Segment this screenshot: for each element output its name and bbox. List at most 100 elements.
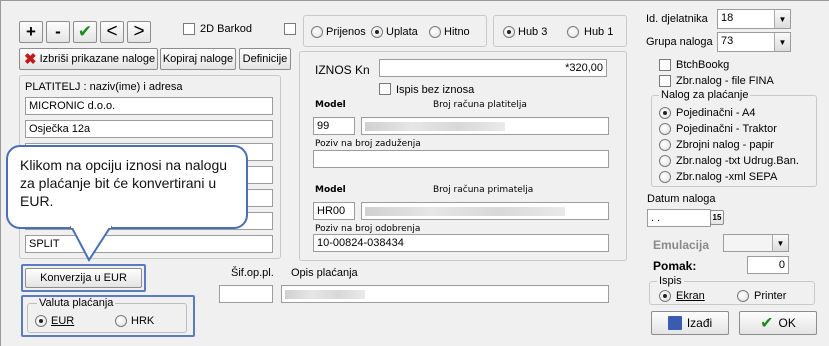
delete-x-icon: ✖ xyxy=(24,51,37,68)
emulation-label: Emulacija xyxy=(653,238,710,252)
activity-id-combo[interactable]: 18 ▼ xyxy=(717,9,791,29)
ok-button[interactable]: ✔ OK xyxy=(739,311,817,335)
fina-label: Zbr.nalog - file FINA xyxy=(676,75,774,87)
payer-title: PLATITELJ : naziv(ime) i adresa xyxy=(25,81,183,93)
purpose-desc-label: Opis plaćanja xyxy=(291,267,358,279)
radio-hub3[interactable] xyxy=(503,26,515,38)
radio-order-tractor[interactable] xyxy=(659,123,671,135)
radio-print-screen[interactable] xyxy=(659,290,671,302)
redacted-description xyxy=(285,289,365,299)
activity-id-label: Id. djelatnika xyxy=(646,13,708,25)
check-icon: ✔ xyxy=(760,315,774,332)
recipient-account-label: Broj računa primatelja xyxy=(433,185,534,195)
callout-box: Klikom na opciju iznosi na nalogu za pla… xyxy=(6,145,248,229)
radio-uplata-label: Uplata xyxy=(386,26,418,38)
no-amount-label: Ispis bez iznosa xyxy=(396,84,475,96)
recipient-model-input[interactable]: HR00 xyxy=(313,202,355,220)
btch-checkbox[interactable] xyxy=(659,59,671,71)
chevron-down-icon[interactable]: ▼ xyxy=(774,10,790,28)
payer-account-label: Broj računa platitelja xyxy=(433,100,527,110)
exit-icon xyxy=(667,316,682,330)
print-printer-label: Printer xyxy=(754,290,787,302)
btch-label: BtchBookg xyxy=(676,59,730,71)
order-tractor-label: Pojedinačni - Traktor xyxy=(676,123,777,135)
callout-tail xyxy=(69,226,113,262)
radio-print-printer[interactable] xyxy=(737,290,749,302)
recipient-model-label: Model xyxy=(315,185,346,195)
callout-text: Klikom na opciju iznosi na nalogu za pla… xyxy=(20,157,228,209)
purpose-code-input[interactable] xyxy=(219,285,273,303)
approval-ref-label: Poziv na broj odobrenja xyxy=(315,224,421,234)
purpose-code-label: Šif.op.pl. xyxy=(231,267,274,279)
radio-hitno-label: Hitno xyxy=(444,26,470,38)
definitions-button[interactable]: Definicije xyxy=(239,48,291,70)
amount-input[interactable]: *320,00 xyxy=(379,59,607,77)
payment-order-window: + - ✔ < > 2D Barkod ✖ Izbriši prikazane … xyxy=(0,0,829,346)
radio-hub3-label: Hub 3 xyxy=(518,26,548,38)
payer-model-input[interactable]: 99 xyxy=(313,117,355,135)
radio-hub1-label: Hub 1 xyxy=(584,26,614,38)
chevron-down-icon[interactable]: ▼ xyxy=(772,235,788,251)
group-combo[interactable]: 73 ▼ xyxy=(717,32,791,52)
activity-id-value: 18 xyxy=(721,12,734,24)
calendar-icon[interactable]: 15 xyxy=(710,210,724,225)
next-button[interactable]: > xyxy=(127,21,151,43)
purpose-desc-input[interactable] xyxy=(281,285,609,303)
radio-uplata[interactable] xyxy=(371,26,383,38)
amount-label: IZNOS Kn xyxy=(315,63,370,77)
print-screen-label: Ekran xyxy=(676,290,705,302)
payer-model-label: Model xyxy=(315,100,346,110)
recipient-account-input[interactable] xyxy=(361,202,609,220)
print-title: Ispis xyxy=(657,275,684,287)
group-value: 73 xyxy=(721,35,734,47)
radio-hrk-label: HRK xyxy=(131,315,155,327)
date-input[interactable]: . . xyxy=(647,209,711,227)
radio-hrk[interactable] xyxy=(115,315,127,327)
previous-button[interactable]: < xyxy=(100,21,124,43)
radio-eur[interactable] xyxy=(35,315,47,327)
radio-order-paper[interactable] xyxy=(659,139,671,151)
currency-title: Valuta plaćanja xyxy=(37,297,116,309)
pomak-label: Pomak: xyxy=(653,259,697,273)
radio-order-a4[interactable] xyxy=(659,107,671,119)
emulation-combo[interactable]: ▼ xyxy=(723,234,789,252)
payer-line-1[interactable]: MICRONIC d.o.o. xyxy=(25,97,273,115)
approval-ref-input[interactable]: 10-00824-038434 xyxy=(313,234,609,252)
radio-hub1[interactable] xyxy=(567,26,579,38)
pomak-input[interactable]: 0 xyxy=(747,256,789,274)
order-txt-label: Zbr.nalog -txt Udrug.Ban. xyxy=(676,155,799,167)
group-label: Grupa naloga xyxy=(646,36,713,48)
radio-prijenos-label: Prijenos xyxy=(326,26,366,38)
order-paper-label: Zbrojni nalog - papir xyxy=(676,139,774,151)
add-button[interactable]: + xyxy=(19,21,43,43)
barcode-checkbox[interactable] xyxy=(183,23,195,35)
exit-button[interactable]: Izađi xyxy=(651,311,729,335)
exit-label: Izađi xyxy=(686,316,713,330)
order-a4-label: Pojedinačni - A4 xyxy=(676,107,756,119)
convert-eur-button[interactable]: Konverzija u EUR xyxy=(25,268,142,288)
ok-label: OK xyxy=(778,316,796,330)
date-label: Datum naloga xyxy=(647,193,716,205)
confirm-button[interactable]: ✔ xyxy=(73,21,97,43)
radio-order-xml[interactable] xyxy=(659,171,671,183)
payer-line-2[interactable]: Osječka 12a xyxy=(25,120,273,138)
no-amount-checkbox[interactable] xyxy=(379,83,391,95)
fina-checkbox[interactable] xyxy=(659,75,671,87)
order-type-title: Nalog za plaćanje xyxy=(659,89,751,101)
remove-button[interactable]: - xyxy=(46,21,70,43)
radio-order-txt[interactable] xyxy=(659,155,671,167)
radio-prijenos[interactable] xyxy=(311,26,323,38)
redacted-account xyxy=(365,206,565,216)
copy-orders-button[interactable]: Kopiraj naloge xyxy=(160,48,236,70)
barcode-label: 2D Barkod xyxy=(200,23,252,35)
chevron-down-icon[interactable]: ▼ xyxy=(774,33,790,51)
delete-orders-button[interactable]: ✖ Izbriši prikazane naloge xyxy=(19,48,158,70)
delete-orders-label: Izbriši prikazane naloge xyxy=(39,53,156,65)
charge-ref-input[interactable] xyxy=(313,150,609,168)
redacted-account xyxy=(365,121,505,131)
order-xml-label: Zbr.nalog -xml SEPA xyxy=(676,171,778,183)
radio-eur-label: EUR xyxy=(51,315,75,327)
payer-account-input[interactable] xyxy=(361,117,609,135)
extra-checkbox[interactable] xyxy=(284,23,296,35)
radio-hitno[interactable] xyxy=(429,26,441,38)
